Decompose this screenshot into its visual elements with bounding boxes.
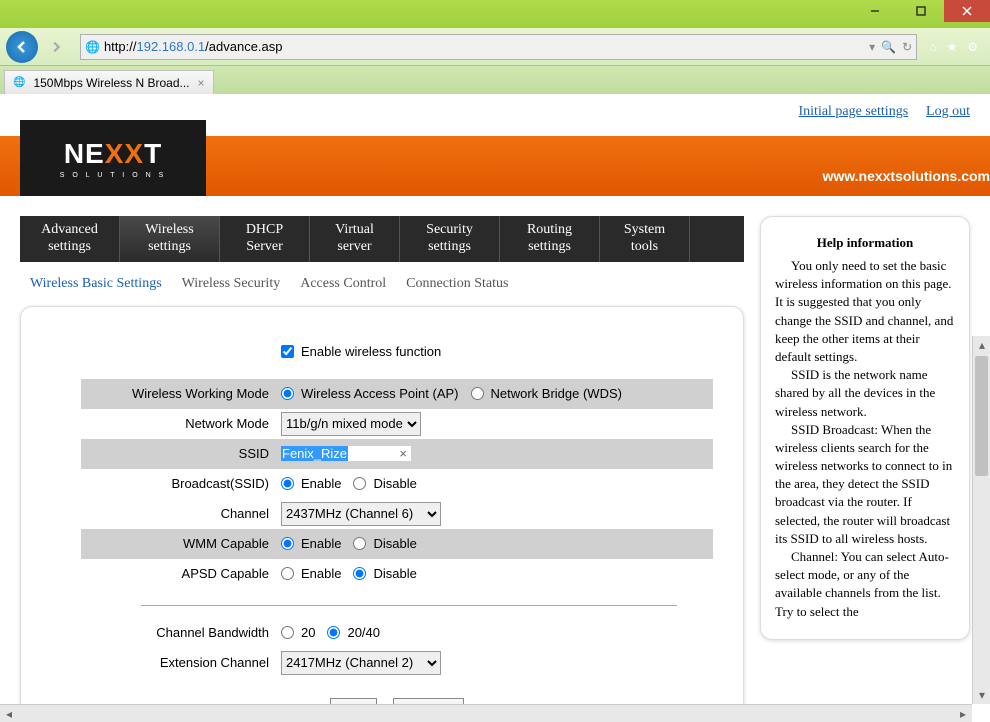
browser-tab[interactable]: 🌐 150Mbps Wireless N Broad... × — [4, 70, 214, 94]
forward-button[interactable] — [40, 31, 72, 63]
apsd-disable-radio[interactable] — [353, 567, 366, 580]
ssid-input[interactable]: Fenix_Rize× — [281, 446, 411, 461]
minimize-button[interactable] — [852, 0, 898, 22]
broadcast-label: Broadcast(SSID) — [81, 476, 281, 491]
url-text: http://192.168.0.1/advance.asp — [104, 39, 869, 54]
wmm-enable-radio[interactable] — [281, 537, 294, 550]
broadcast-disable-radio[interactable] — [353, 477, 366, 490]
scroll-right-icon[interactable]: ▸ — [954, 705, 972, 722]
brand-bar: NEXXT S O L U T I O N S www.nexxtsolutio… — [0, 136, 990, 196]
broadcast-enable-radio[interactable] — [281, 477, 294, 490]
page-content: Initial page settings Log out NEXXT S O … — [0, 94, 990, 722]
maximize-button[interactable] — [898, 0, 944, 22]
apsd-enable-radio[interactable] — [281, 567, 294, 580]
help-text: SSID Broadcast: When the wireless client… — [775, 421, 955, 548]
refresh-icon[interactable]: ↻ — [902, 40, 912, 54]
close-tab-icon[interactable]: × — [198, 76, 205, 90]
ie-icon: 🌐 — [13, 77, 25, 88]
scroll-up-icon[interactable]: ▴ — [973, 336, 990, 354]
nav-wireless-settings[interactable]: Wirelesssettings — [120, 216, 220, 262]
enable-wireless-label: Enable wireless function — [301, 344, 441, 359]
network-mode-select[interactable]: 11b/g/n mixed mode — [281, 412, 421, 436]
clear-icon[interactable]: × — [399, 446, 411, 461]
nav-security-settings[interactable]: Securitysettings — [400, 216, 500, 262]
settings-form: Enable wireless function Wireless Workin… — [20, 306, 744, 722]
browser-tabbar: 🌐 150Mbps Wireless N Broad... × — [0, 66, 990, 94]
channel-label: Channel — [81, 506, 281, 521]
apsd-label: APSD Capable — [81, 566, 281, 581]
subnav-connection-status[interactable]: Connection Status — [406, 276, 508, 292]
vertical-scrollbar[interactable]: ▴ ▾ — [972, 336, 990, 704]
subnav-access-control[interactable]: Access Control — [300, 276, 386, 292]
main-nav: Advancedsettings Wirelesssettings DHCPSe… — [20, 216, 744, 262]
bandwidth-2040-radio[interactable] — [327, 626, 340, 639]
channel-select[interactable]: 2437MHz (Channel 6) — [281, 502, 441, 526]
gear-icon[interactable]: ⚙ — [967, 40, 978, 54]
wmm-disable-radio[interactable] — [353, 537, 366, 550]
home-icon[interactable]: ⌂ — [929, 40, 936, 54]
logo: NEXXT S O L U T I O N S — [20, 120, 206, 196]
bandwidth-20-radio[interactable] — [281, 626, 294, 639]
nav-system-tools[interactable]: Systemtools — [600, 216, 690, 262]
ie-icon: 🌐 — [85, 40, 100, 54]
network-mode-label: Network Mode — [81, 416, 281, 431]
bandwidth-label: Channel Bandwidth — [81, 625, 281, 640]
ext-channel-label: Extension Channel — [81, 655, 281, 670]
divider — [141, 605, 677, 606]
help-title: Help information — [775, 235, 955, 251]
subnav-basic-settings[interactable]: Wireless Basic Settings — [30, 276, 162, 292]
ext-channel-select[interactable]: 2417MHz (Channel 2) — [281, 651, 441, 675]
search-icon[interactable]: 🔍 — [881, 40, 896, 54]
working-mode-ap-radio[interactable] — [281, 387, 294, 400]
nav-dhcp-server[interactable]: DHCPServer — [220, 216, 310, 262]
window-titlebar — [0, 0, 990, 28]
tab-title: 150Mbps Wireless N Broad... — [33, 76, 189, 90]
wmm-label: WMM Capable — [81, 536, 281, 551]
sub-nav: Wireless Basic Settings Wireless Securit… — [20, 262, 744, 306]
logout-link[interactable]: Log out — [926, 104, 970, 119]
enable-wireless-checkbox[interactable] — [281, 345, 294, 358]
help-text: Channel: You can select Auto-select mode… — [775, 548, 955, 621]
initial-page-settings-link[interactable]: Initial page settings — [799, 104, 909, 119]
nav-virtual-server[interactable]: Virtualserver — [310, 216, 400, 262]
browser-toolbar: 🌐 http://192.168.0.1/advance.asp ▾ 🔍 ↻ ⌂… — [0, 28, 990, 66]
help-panel: Help information You only need to set th… — [760, 216, 970, 640]
working-mode-wds-radio[interactable] — [471, 387, 484, 400]
brand-url: www.nexxtsolutions.com — [822, 168, 990, 184]
help-text: SSID is the network name shared by all t… — [775, 366, 955, 421]
working-mode-label: Wireless Working Mode — [81, 386, 281, 401]
back-button[interactable] — [6, 31, 38, 63]
dropdown-icon[interactable]: ▾ — [869, 40, 875, 54]
favorites-icon[interactable]: ★ — [946, 40, 957, 54]
help-text: You only need to set the basic wireless … — [775, 257, 955, 366]
subnav-wireless-security[interactable]: Wireless Security — [182, 276, 281, 292]
scroll-down-icon[interactable]: ▾ — [973, 686, 990, 704]
horizontal-scrollbar[interactable]: ◂ ▸ — [0, 704, 972, 722]
nav-advanced-settings[interactable]: Advancedsettings — [20, 216, 120, 262]
ssid-label: SSID — [81, 446, 281, 461]
nav-routing-settings[interactable]: Routingsettings — [500, 216, 600, 262]
scroll-left-icon[interactable]: ◂ — [0, 705, 18, 722]
close-window-button[interactable] — [944, 0, 990, 22]
address-bar[interactable]: 🌐 http://192.168.0.1/advance.asp ▾ 🔍 ↻ — [80, 34, 917, 60]
